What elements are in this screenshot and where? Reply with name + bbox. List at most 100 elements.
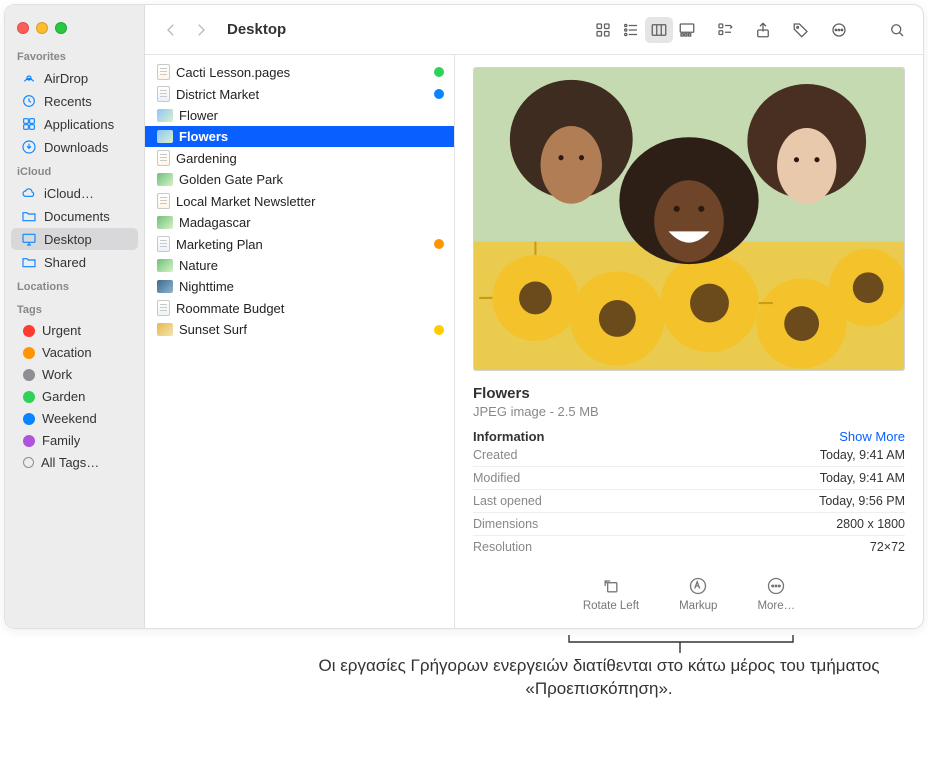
sidebar-item-shared[interactable]: Shared bbox=[11, 251, 138, 273]
sidebar-section-header: Favorites bbox=[5, 49, 144, 66]
sidebar-item-label: Weekend bbox=[42, 411, 97, 426]
file-row[interactable]: Sunset Surf bbox=[145, 319, 454, 340]
airdrop-icon bbox=[21, 70, 37, 86]
gallery-view-button[interactable] bbox=[673, 17, 701, 43]
file-row[interactable]: District Market bbox=[145, 83, 454, 105]
column-view-button[interactable] bbox=[645, 17, 673, 43]
file-row[interactable]: Local Market Newsletter bbox=[145, 190, 454, 212]
file-icon bbox=[157, 173, 173, 186]
rotate-icon bbox=[601, 576, 621, 596]
sidebar-item-icloud-[interactable]: iCloud… bbox=[11, 182, 138, 204]
tag-icon bbox=[23, 457, 34, 468]
sidebar-item-vacation[interactable]: Vacation bbox=[11, 342, 138, 363]
minimize-window-button[interactable] bbox=[36, 22, 48, 34]
sidebar-item-desktop[interactable]: Desktop bbox=[11, 228, 138, 250]
close-window-button[interactable] bbox=[17, 22, 29, 34]
sidebar-item-weekend[interactable]: Weekend bbox=[11, 408, 138, 429]
show-more-link[interactable]: Show More bbox=[839, 429, 905, 444]
file-row[interactable]: Nighttime bbox=[145, 276, 454, 297]
sidebar-item-label: Garden bbox=[42, 389, 85, 404]
file-row[interactable]: Gardening bbox=[145, 147, 454, 169]
sidebar-item-garden[interactable]: Garden bbox=[11, 386, 138, 407]
info-row: Dimensions2800 x 1800 bbox=[473, 513, 905, 536]
file-icon bbox=[157, 109, 173, 122]
forward-button[interactable] bbox=[187, 17, 215, 43]
more-icon bbox=[766, 576, 786, 596]
view-mode-segment bbox=[589, 17, 701, 43]
file-name: Golden Gate Park bbox=[179, 172, 444, 187]
file-row[interactable]: Marketing Plan bbox=[145, 233, 454, 255]
file-name: Marketing Plan bbox=[176, 237, 428, 252]
sidebar-item-downloads[interactable]: Downloads bbox=[11, 136, 138, 158]
sidebar-item-label: All Tags… bbox=[41, 455, 99, 470]
info-value: 2800 x 1800 bbox=[836, 517, 905, 531]
file-tag-dot bbox=[434, 239, 444, 249]
info-header: Information bbox=[473, 429, 545, 444]
sidebar-item-label: Desktop bbox=[44, 232, 92, 247]
info-value: 72×72 bbox=[870, 540, 905, 554]
sidebar-item-applications[interactable]: Applications bbox=[11, 113, 138, 135]
file-row[interactable]: Madagascar bbox=[145, 212, 454, 233]
sidebar-item-label: Urgent bbox=[42, 323, 81, 338]
shared-icon bbox=[21, 254, 37, 270]
quick-action-markup[interactable]: Markup bbox=[679, 576, 717, 612]
file-row[interactable]: Roommate Budget bbox=[145, 297, 454, 319]
file-icon bbox=[157, 64, 170, 80]
file-name: Roommate Budget bbox=[176, 301, 444, 316]
sidebar-item-recents[interactable]: Recents bbox=[11, 90, 138, 112]
sidebar-item-label: Shared bbox=[44, 255, 86, 270]
more-actions-button[interactable] bbox=[825, 17, 853, 43]
file-name: District Market bbox=[176, 87, 428, 102]
file-icon bbox=[157, 150, 170, 166]
sidebar-item-label: AirDrop bbox=[44, 71, 88, 86]
info-rows: CreatedToday, 9:41 AMModifiedToday, 9:41… bbox=[473, 444, 905, 558]
sidebar-item-urgent[interactable]: Urgent bbox=[11, 320, 138, 341]
quick-action-label: More… bbox=[757, 600, 795, 612]
back-button[interactable] bbox=[157, 17, 185, 43]
recents-icon bbox=[21, 93, 37, 109]
sidebar-item-label: Work bbox=[42, 367, 72, 382]
file-row[interactable]: Cacti Lesson.pages bbox=[145, 61, 454, 83]
sidebar-item-airdrop[interactable]: AirDrop bbox=[11, 67, 138, 89]
file-row[interactable]: Flowers bbox=[145, 126, 454, 147]
apps-icon bbox=[21, 116, 37, 132]
grey-icon bbox=[23, 369, 35, 381]
group-by-button[interactable] bbox=[711, 17, 739, 43]
quick-action-label: Markup bbox=[679, 600, 717, 612]
info-key: Resolution bbox=[473, 540, 532, 554]
file-name: Gardening bbox=[176, 151, 444, 166]
icon-view-button[interactable] bbox=[589, 17, 617, 43]
file-row[interactable]: Flower bbox=[145, 105, 454, 126]
window-controls bbox=[5, 13, 144, 43]
sidebar-section-header: iCloud bbox=[5, 164, 144, 181]
sidebar-item-all-tags-[interactable]: All Tags… bbox=[11, 452, 138, 473]
info-row: Last openedToday, 9:56 PM bbox=[473, 490, 905, 513]
list-view-button[interactable] bbox=[617, 17, 645, 43]
search-button[interactable] bbox=[883, 17, 911, 43]
blue-icon bbox=[23, 413, 35, 425]
docfolder-icon bbox=[21, 208, 37, 224]
file-name: Flowers bbox=[179, 129, 444, 144]
sidebar-item-label: Applications bbox=[44, 117, 114, 132]
file-row[interactable]: Nature bbox=[145, 255, 454, 276]
info-value: Today, 9:41 AM bbox=[820, 448, 905, 462]
file-name: Flower bbox=[179, 108, 444, 123]
tags-button[interactable] bbox=[787, 17, 815, 43]
finder-window: Favorites AirDrop Recents Applications Downl… bbox=[4, 4, 924, 629]
sidebar-item-label: Downloads bbox=[44, 140, 108, 155]
info-row: Resolution 72×72 bbox=[473, 536, 905, 558]
sidebar-sections-container: Favorites AirDrop Recents Applications Downl… bbox=[5, 43, 144, 474]
sidebar-item-work[interactable]: Work bbox=[11, 364, 138, 385]
sidebar-item-family[interactable]: Family bbox=[11, 430, 138, 451]
info-key: Modified bbox=[473, 471, 520, 485]
quick-action-more[interactable]: More… bbox=[757, 576, 795, 612]
quick-action-rotate[interactable]: Rotate Left bbox=[583, 576, 639, 612]
info-row: ModifiedToday, 9:41 AM bbox=[473, 467, 905, 490]
share-button[interactable] bbox=[749, 17, 777, 43]
fullscreen-window-button[interactable] bbox=[55, 22, 67, 34]
file-row[interactable]: Golden Gate Park bbox=[145, 169, 454, 190]
preview-subtitle: JPEG image - 2.5 MB bbox=[473, 404, 905, 419]
callout-bracket bbox=[568, 634, 794, 654]
quick-action-label: Rotate Left bbox=[583, 600, 639, 612]
sidebar-item-documents[interactable]: Documents bbox=[11, 205, 138, 227]
